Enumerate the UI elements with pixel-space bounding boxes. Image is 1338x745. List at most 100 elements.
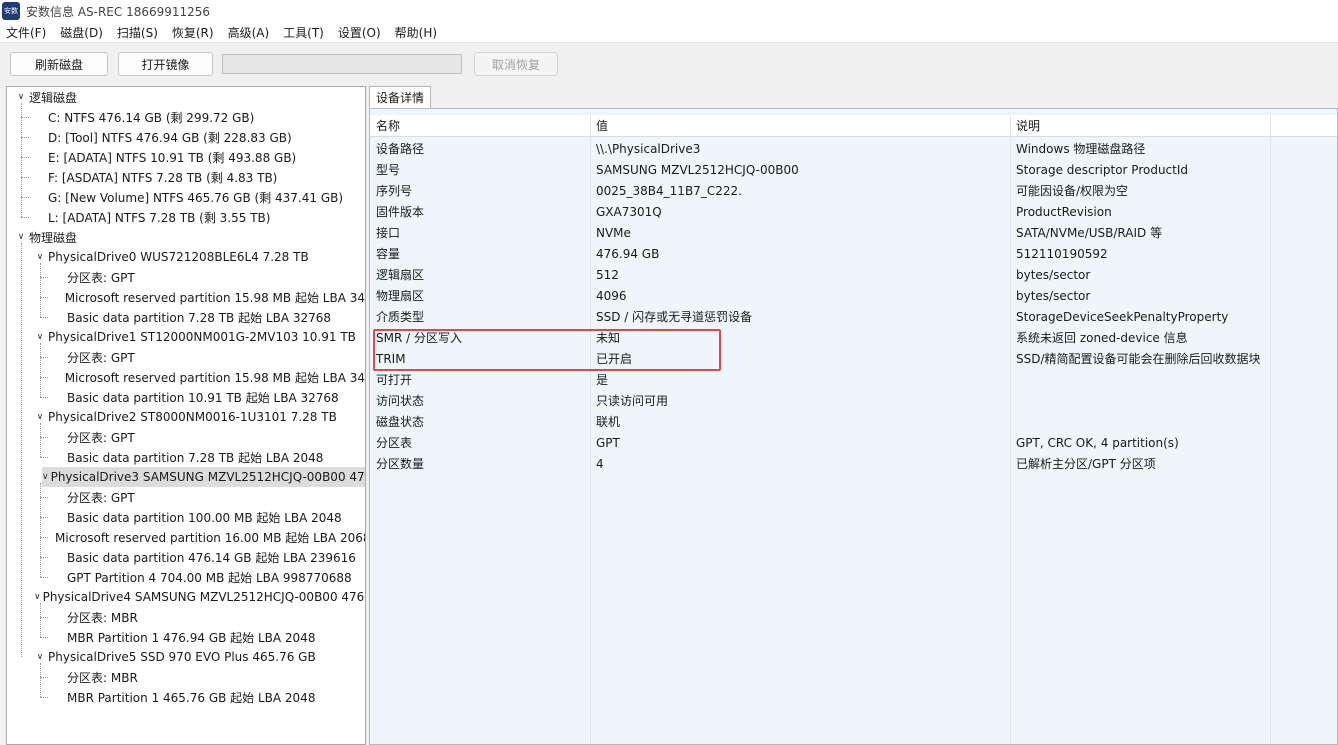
tree-item[interactable]: E: [ADATA] NTFS 10.91 TB (剩 493.88 GB) [7, 147, 365, 167]
cell-description: 512110190592 [1016, 246, 1108, 261]
menu-file[interactable]: 文件(F) [0, 24, 53, 41]
tree-item[interactable]: MBR Partition 1 476.94 GB 起始 LBA 2048 [7, 627, 365, 647]
cell-name: 容量 [376, 247, 401, 261]
tree-connector-line [21, 137, 29, 138]
tree-disk-node[interactable]: ∨ PhysicalDrive2 ST8000NM0016-1U3101 7.28… [7, 407, 365, 427]
table-row[interactable]: 逻辑扇区 512 bytes/sector [370, 264, 1337, 285]
cell-description: ProductRevision [1016, 204, 1112, 219]
tree-label: Basic data partition 100.00 MB 起始 LBA 20… [67, 510, 342, 525]
tree-item[interactable]: L: [ADATA] NTFS 7.28 TB (剩 3.55 TB) [7, 207, 365, 227]
table-row[interactable]: SMR / 分区写入 未知 系统未返回 zoned-device 信息 [370, 327, 1337, 348]
table-row[interactable]: 磁盘状态 联机 [370, 411, 1337, 432]
cancel-recovery-button[interactable]: 取消恢复 [474, 52, 558, 76]
chevron-down-icon[interactable]: ∨ [15, 232, 27, 242]
tree-item[interactable]: 分区表: GPT [7, 487, 365, 507]
column-header-value[interactable]: 值 [590, 115, 1010, 136]
tree-connector-line [40, 517, 48, 518]
cell-description: GPT, CRC OK, 4 partition(s) [1016, 435, 1179, 450]
table-row[interactable]: 可打开 是 [370, 369, 1337, 390]
table-row[interactable]: 物理扇区 4096 bytes/sector [370, 285, 1337, 306]
menu-settings[interactable]: 设置(O) [331, 24, 388, 41]
tree-group[interactable]: ∨ 物理磁盘 [7, 227, 365, 247]
tree-disk-node[interactable]: ∨ PhysicalDrive5 SSD 970 EVO Plus 465.76 … [7, 647, 365, 667]
table-row[interactable]: 容量 476.94 GB 512110190592 [370, 243, 1337, 264]
chevron-down-icon[interactable]: ∨ [34, 592, 41, 602]
tree-label: Basic data partition 10.91 TB 起始 LBA 327… [67, 390, 339, 405]
tree-item[interactable]: 分区表: GPT [7, 427, 365, 447]
tree-item[interactable]: D: [Tool] NTFS 476.94 GB (剩 228.83 GB) [7, 127, 365, 147]
menu-advanced[interactable]: 高级(A) [221, 24, 277, 41]
tree-item[interactable]: 分区表: GPT [7, 347, 365, 367]
tree-item[interactable]: 分区表: MBR [7, 607, 365, 627]
tree-item[interactable]: F: [ASDATA] NTFS 7.28 TB (剩 4.83 TB) [7, 167, 365, 187]
table-row[interactable]: 设备路径 \\.\PhysicalDrive3 Windows 物理磁盘路径 [370, 138, 1337, 159]
tree-item[interactable]: Microsoft reserved partition 15.98 MB 起始… [7, 287, 365, 307]
menu-tools[interactable]: 工具(T) [276, 24, 331, 41]
tree-item[interactable]: 分区表: MBR [7, 667, 365, 687]
tree-disk-node[interactable]: ∨ PhysicalDrive3 SAMSUNG MZVL2512HCJQ-00B… [42, 467, 365, 487]
tree-connector-line [40, 637, 48, 638]
tree-item[interactable]: Microsoft reserved partition 16.00 MB 起始… [7, 527, 365, 547]
tree-item[interactable]: Basic data partition 7.28 TB 起始 LBA 2048 [7, 447, 365, 467]
tab-device-details[interactable]: 设备详情 [369, 86, 432, 108]
tree-connector-line [40, 423, 41, 457]
cell-name: TRIM [376, 351, 406, 366]
tree-label: 逻辑磁盘 [29, 90, 78, 105]
tree-item[interactable]: Microsoft reserved partition 15.98 MB 起始… [7, 367, 365, 387]
menu-disk[interactable]: 磁盘(D) [53, 24, 110, 41]
tree-group[interactable]: ∨ 逻辑磁盘 [7, 87, 365, 107]
open-image-button[interactable]: 打开镜像 [118, 52, 213, 76]
table-row[interactable]: 型号 SAMSUNG MZVL2512HCJQ-00B00 Storage desc… [370, 159, 1337, 180]
disk-tree[interactable]: ∨ 逻辑磁盘 C: NTFS 476.14 GB (剩 299.72 GB) D: [… [6, 86, 366, 745]
cell-name: 固件版本 [376, 205, 425, 219]
chevron-down-icon[interactable]: ∨ [42, 472, 49, 482]
tree-item[interactable]: MBR Partition 1 465.76 GB 起始 LBA 2048 [7, 687, 365, 707]
refresh-disk-button[interactable]: 刷新磁盘 [10, 52, 108, 76]
tree-connector-line [40, 357, 48, 358]
chevron-down-icon[interactable]: ∨ [15, 92, 27, 102]
tree-item[interactable]: C: NTFS 476.14 GB (剩 299.72 GB) [7, 107, 365, 127]
details-grid: 名称 值 说明 设备路径 \\.\PhysicalDrive3 Windows 物理… [369, 108, 1338, 745]
tree-connector-line [40, 697, 48, 698]
cell-value: 未知 [596, 331, 621, 345]
tree-item[interactable]: Basic data partition 476.14 GB 起始 LBA 23… [7, 547, 365, 567]
cell-description [1010, 369, 1270, 390]
column-header-description[interactable]: 说明 [1010, 115, 1270, 136]
table-row[interactable]: 介质类型 SSD / 闪存或无寻道惩罚设备 StorageDeviceSeekPen… [370, 306, 1337, 327]
table-row[interactable]: 序列号 0025_38B4_11B7_C222. 可能因设备/权限为空 [370, 180, 1337, 201]
tree-item[interactable]: Basic data partition 7.28 TB 起始 LBA 3276… [7, 307, 365, 327]
table-row[interactable]: 访问状态 只读访问可用 [370, 390, 1337, 411]
menu-help[interactable]: 帮助(H) [388, 24, 444, 41]
table-row[interactable]: 接口 NVMe SATA/NVMe/USB/RAID 等 [370, 222, 1337, 243]
table-row[interactable]: 分区表 GPT GPT, CRC OK, 4 partition(s) [370, 432, 1337, 453]
tree-label: 分区表: GPT [67, 270, 135, 285]
tree-disk-node[interactable]: ∨ PhysicalDrive4 SAMSUNG MZVL2512HCJQ-00B… [7, 587, 365, 607]
tree-item[interactable]: 分区表: GPT [7, 267, 365, 287]
tree-connector-line [40, 277, 48, 278]
tree-item[interactable]: G: [New Volume] NTFS 465.76 GB (剩 437.41… [7, 187, 365, 207]
tree-connector-line [40, 263, 41, 317]
cell-name: 接口 [376, 226, 401, 240]
column-header-name[interactable]: 名称 [370, 115, 590, 136]
table-row[interactable]: 分区数量 4 已解析主分区/GPT 分区项 [370, 453, 1337, 474]
tree-connector-line [40, 603, 41, 637]
chevron-down-icon[interactable]: ∨ [34, 252, 46, 262]
tree-label: PhysicalDrive5 SSD 970 EVO Plus 465.76 G… [48, 650, 316, 664]
tree-item[interactable]: Basic data partition 10.91 TB 起始 LBA 327… [7, 387, 365, 407]
menu-scan[interactable]: 扫描(S) [110, 24, 165, 41]
tree-connector-line [40, 457, 48, 458]
chevron-down-icon[interactable]: ∨ [34, 652, 46, 662]
tree-connector-line [21, 177, 29, 178]
tree-item[interactable]: Basic data partition 100.00 MB 起始 LBA 20… [7, 507, 365, 527]
table-row[interactable]: TRIM 已开启 SSD/精简配置设备可能会在删除后回收数据块 [370, 348, 1337, 369]
table-row[interactable]: 固件版本 GXA7301Q ProductRevision [370, 201, 1337, 222]
chevron-down-icon[interactable]: ∨ [34, 332, 46, 342]
tree-disk-node[interactable]: ∨ PhysicalDrive0 WUS721208BLE6L4 7.28 TB [7, 247, 365, 267]
cell-description: bytes/sector [1016, 288, 1091, 303]
menu-recover[interactable]: 恢复(R) [165, 24, 221, 41]
cell-name: 可打开 [376, 373, 413, 387]
tree-item[interactable]: GPT Partition 4 704.00 MB 起始 LBA 9987706… [7, 567, 365, 587]
tree-disk-node[interactable]: ∨ PhysicalDrive1 ST12000NM001G-2MV103 10.… [7, 327, 365, 347]
chevron-down-icon[interactable]: ∨ [34, 412, 46, 422]
tree-label: PhysicalDrive2 ST8000NM0016-1U3101 7.28 … [48, 410, 337, 424]
